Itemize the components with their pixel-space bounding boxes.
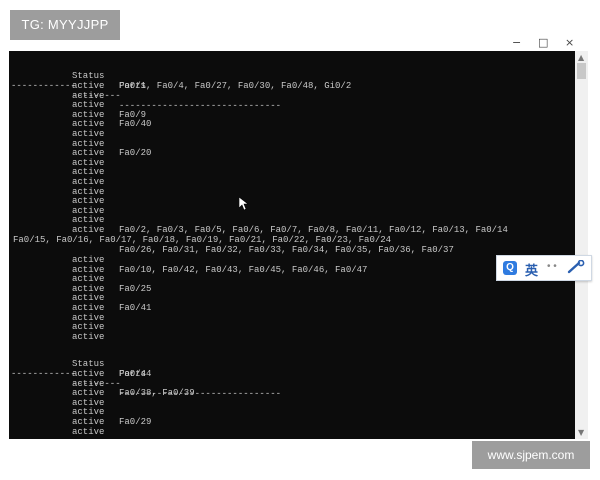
vlan-status: active — [72, 177, 105, 187]
vlan-status: active — [72, 283, 105, 294]
wrapped-ports-line: Fa0/15, Fa0/16, Fa0/17, Fa0/18, Fa0/19, … — [13, 235, 392, 245]
ime-menu-dots[interactable]: • • — [547, 261, 557, 272]
vlan-ports: Fa0/41 — [119, 303, 152, 313]
scroll-down-arrow-icon[interactable]: ▼ — [578, 428, 584, 437]
status-header: Status — [72, 71, 105, 81]
vlan-status: active — [72, 186, 105, 197]
vlan-ports: Fa0/25 — [119, 283, 152, 294]
scrollbar-thumb[interactable] — [577, 63, 586, 79]
ime-logo-icon[interactable]: Q — [503, 261, 517, 275]
wrapped-ports-line: Fa0/26, Fa0/31, Fa0/32, Fa0/33, Fa0/34, … — [119, 245, 454, 255]
vlan-status: active — [72, 225, 105, 235]
vlan-status: active — [72, 417, 105, 427]
vlan-status: active — [72, 81, 105, 91]
vlan-status: active — [72, 255, 105, 265]
vlan-status: active — [72, 167, 105, 178]
vlan-status: active — [72, 293, 105, 304]
vlan-status: active — [72, 378, 105, 389]
vlan-ports: Fa0/38, Fa0/39 — [119, 388, 195, 399]
vlan-status: active — [72, 407, 105, 418]
vlan-ports: Fa0/10, Fa0/42, Fa0/43, Fa0/45, Fa0/46, … — [119, 264, 368, 275]
ime-language-toggle[interactable]: 英 — [525, 260, 538, 279]
watermark-top-label: TG: MYYJJPP — [10, 10, 120, 40]
vlan-status: active — [72, 119, 105, 130]
vlan-status: active — [72, 196, 105, 207]
vlan-status: active — [72, 303, 105, 313]
vlan-status: active — [72, 426, 105, 437]
vlan-status: active — [72, 148, 105, 159]
vlan-ports: Fa0/9 — [119, 109, 147, 120]
mouse-cursor-icon — [239, 197, 249, 211]
header-row-2: Status Ports — [9, 349, 146, 379]
vlan-status: active — [72, 109, 105, 120]
vlan-ports: Fa0/29 — [119, 417, 152, 427]
vlan-status: active — [72, 138, 105, 149]
scroll-up-arrow-icon[interactable]: ▲ — [578, 53, 584, 62]
vlan-status: active — [72, 129, 105, 139]
vlan-ports: Fa0/2, Fa0/3, Fa0/5, Fa0/6, Fa0/7, Fa0/8… — [119, 225, 508, 235]
watermark-bottom-label: www.sjpem.com — [472, 441, 590, 469]
vertical-scrollbar[interactable]: ▲ ▼ — [575, 51, 588, 439]
minimize-button[interactable]: − — [512, 36, 521, 49]
vlan-status: active — [72, 157, 105, 168]
dash-row-1: ------------ --------- -----------------… — [9, 71, 281, 111]
vlan-ports: Fa0/1, Fa0/4, Fa0/27, Fa0/30, Fa0/48, Gi… — [119, 81, 352, 91]
header-row-1: Status Ports — [9, 61, 146, 91]
wrench-icon[interactable] — [567, 260, 585, 274]
vlan-status: active — [72, 312, 105, 323]
dash-col1: ------------ — [11, 369, 76, 379]
vlan-status: active — [72, 397, 105, 408]
vlan-status: active — [72, 90, 105, 101]
vlan-status: active — [72, 100, 105, 111]
console-output[interactable]: Status Ports ------------ --------- ----… — [9, 51, 575, 439]
ime-toolbar[interactable]: Q 英 • • — [496, 255, 592, 281]
maximize-button[interactable]: □ — [538, 36, 548, 49]
vlan-status: active — [72, 331, 105, 342]
dash-col1: ------------ — [11, 81, 76, 91]
vlan-ports: Fa0/40 — [119, 119, 152, 130]
vlan-ports: Fa0/44 — [119, 369, 152, 379]
status-header: Status — [72, 359, 105, 369]
vlan-status: active — [72, 388, 105, 399]
dash-row-2: ------------ --------- -----------------… — [9, 359, 281, 399]
vlan-ports: Fa0/20 — [119, 148, 152, 159]
vlan-status: active — [72, 215, 105, 226]
vlan-status: active — [72, 369, 105, 379]
window-controls: − □ × — [500, 36, 590, 50]
close-button[interactable]: × — [565, 36, 574, 49]
vlan-status: active — [72, 274, 105, 285]
vlan-status: active — [72, 322, 105, 333]
vlan-status: active — [72, 205, 105, 216]
vlan-status: active — [72, 264, 105, 275]
